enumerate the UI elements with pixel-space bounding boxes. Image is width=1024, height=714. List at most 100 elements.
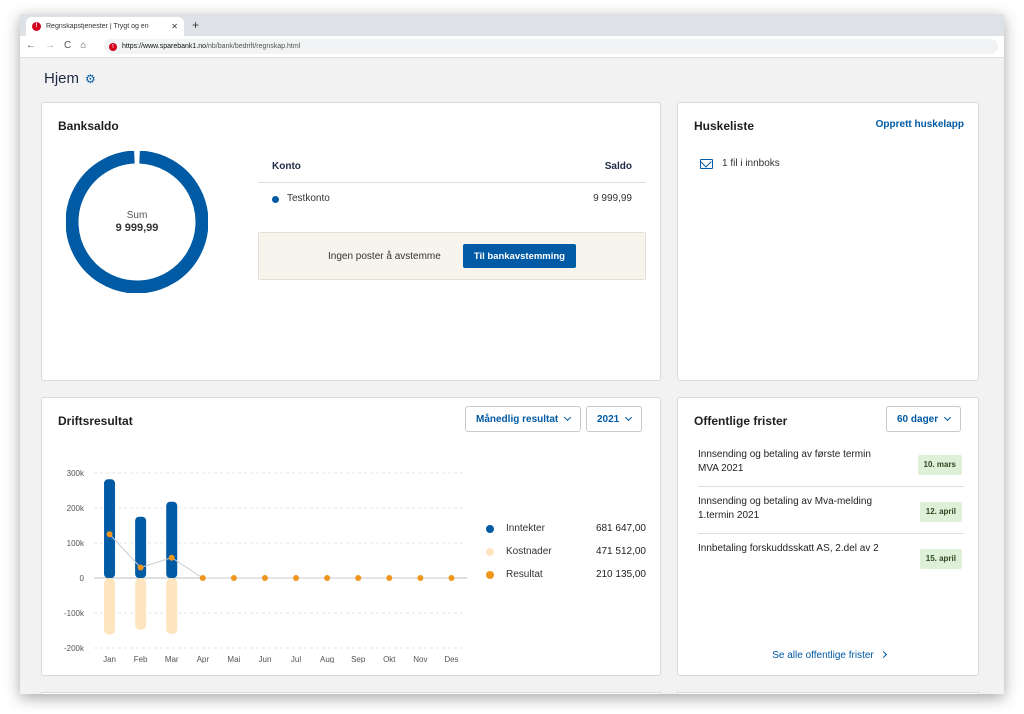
- resultat-point: [261, 575, 268, 581]
- see-all-text: Se alle offentlige frister: [772, 650, 874, 661]
- x-tick-label: Mai: [227, 655, 240, 663]
- deadline-text: Innsending og betaling av første termin …: [698, 449, 871, 474]
- huskeliste-title: Huskeliste: [694, 119, 755, 133]
- chevron-right-icon: [879, 650, 887, 659]
- legend-dot: [486, 571, 494, 579]
- frister-title: Offentlige frister: [694, 414, 788, 428]
- chevron-down-icon: [625, 413, 633, 422]
- legend-value: 471 512,00: [595, 546, 646, 557]
- back-icon[interactable]: ←: [26, 40, 36, 51]
- legend-item-inntekter: Inntekter 681 647,00: [486, 523, 646, 537]
- url-path: /nb/bank/bedrift/regnskap.html: [206, 43, 301, 50]
- account-table-header: Konto Saldo: [258, 161, 646, 183]
- inbox-text: 1 fil i innboks: [722, 158, 780, 169]
- table-row: Testkonto 9 999,99: [258, 193, 646, 209]
- y-tick-label: 200k: [67, 504, 85, 513]
- x-tick-label: Des: [444, 655, 458, 663]
- url-field[interactable]: ! https://www.sparebank1.no/nb/bank/bedr…: [104, 39, 998, 54]
- y-tick-label: 100k: [67, 539, 85, 548]
- resultat-point: [324, 575, 331, 581]
- legend-item-kostnader: Kostnader 471 512,00: [486, 546, 646, 560]
- tab-title: Regnskapstjenester | Trygt og en: [46, 23, 149, 30]
- page-title-text: Hjem: [44, 70, 80, 87]
- divider: [698, 486, 964, 487]
- next-card-left: [41, 692, 661, 694]
- period-select[interactable]: 60 dager: [886, 406, 962, 432]
- donut-center-label: Sum 9 999,99: [66, 151, 208, 293]
- y-tick-label: 300k: [67, 469, 85, 478]
- deadline-date-badge: 15. april: [919, 549, 962, 569]
- x-tick-label: Aug: [320, 655, 334, 663]
- y-tick-label: 0: [80, 574, 85, 583]
- resultat-line: [109, 533, 452, 579]
- x-tick-label: Apr: [197, 655, 210, 663]
- result-mode-value: Månedlig resultat: [476, 413, 559, 425]
- resultat-point: [386, 575, 393, 581]
- bar-kostnader: [166, 578, 178, 634]
- resultat-point: [293, 575, 300, 581]
- result-mode-select[interactable]: Månedlig resultat: [465, 406, 582, 432]
- huskeliste-card: Huskeliste Opprett huskelapp 1 fil i inn…: [677, 102, 979, 381]
- account-color-dot: [272, 196, 279, 203]
- deadline-date-badge: 12. april: [919, 502, 962, 522]
- bank-reconciliation-button[interactable]: Til bankavstemming: [462, 244, 576, 268]
- year-select[interactable]: 2021: [586, 406, 643, 432]
- chevron-down-icon: [944, 413, 952, 422]
- result-chart: 300k 200k 100k 0 -100k -200k Jan Feb Mar Apr Mai Ju…: [64, 469, 467, 663]
- x-tick-label: Sep: [351, 655, 366, 663]
- frister-card: Offentlige frister 60 dager Innsending o…: [677, 397, 979, 676]
- legend-value: 681 647,00: [595, 523, 646, 534]
- resultat-point: [355, 575, 362, 581]
- inbox-item[interactable]: 1 fil i innboks: [700, 158, 780, 169]
- deadline-text: Innsending og betaling av Mva-melding 1.…: [698, 496, 872, 521]
- banksaldo-title: Banksaldo: [58, 119, 119, 133]
- reconciliation-box: Ingen poster å avstemme Til bankavstemmi…: [258, 232, 646, 280]
- close-tab-icon[interactable]: ✕: [171, 22, 178, 31]
- site-info-icon[interactable]: !: [109, 42, 117, 51]
- bar-kostnader: [135, 578, 147, 630]
- resultat-point: [417, 575, 424, 581]
- new-tab-icon[interactable]: +: [192, 18, 199, 32]
- deadline-date-badge: 10. mars: [917, 455, 962, 475]
- list-item[interactable]: Innbetaling forskuddsskatt AS, 2.del av …: [698, 542, 964, 569]
- forward-icon[interactable]: →: [45, 40, 55, 51]
- x-tick-label: Okt: [383, 655, 396, 663]
- x-tick-label: Nov: [413, 655, 427, 663]
- browser-window: ! Regnskapstjenester | Trygt og en ✕ + ←…: [20, 14, 1004, 694]
- resultat-point: [199, 575, 206, 581]
- page-title: Hjem ⚙: [44, 70, 96, 87]
- driftsresultat-title: Driftsresultat: [58, 414, 133, 428]
- list-item[interactable]: Innsending og betaling av første termin …: [698, 448, 964, 476]
- divider: [698, 533, 964, 534]
- next-card-right: [677, 692, 979, 694]
- reload-icon[interactable]: C: [64, 40, 71, 51]
- resultat-point: [137, 564, 144, 571]
- account-balance: 9 999,99: [593, 193, 632, 204]
- x-tick-label: Jan: [103, 655, 116, 663]
- bar-inntekter: [104, 479, 116, 578]
- home-icon[interactable]: ⌂: [80, 40, 86, 51]
- x-tick-label: Mar: [165, 655, 179, 663]
- banksaldo-card: Banksaldo Sum 9 999,99 Konto Saldo Testk…: [41, 102, 661, 381]
- account-name: Testkonto: [287, 193, 330, 204]
- legend-label: Resultat: [506, 569, 543, 580]
- resultat-point: [230, 575, 237, 581]
- chevron-down-icon: [564, 413, 572, 422]
- year-value: 2021: [597, 413, 620, 425]
- tab-bar: ! Regnskapstjenester | Trygt og en ✕ +: [20, 14, 1004, 36]
- legend-label: Kostnader: [506, 546, 552, 557]
- create-note-link[interactable]: Opprett huskelapp: [876, 119, 964, 130]
- legend-value: 210 135,00: [595, 569, 646, 580]
- see-all-deadlines-link[interactable]: Se alle offentlige frister: [678, 650, 980, 661]
- list-item[interactable]: Innsending og betaling av Mva-melding 1.…: [698, 495, 964, 523]
- legend-item-resultat: Resultat 210 135,00: [486, 569, 646, 583]
- gear-icon[interactable]: ⚙: [85, 72, 96, 86]
- legend-dot: [486, 525, 494, 533]
- browser-tab[interactable]: ! Regnskapstjenester | Trygt og en ✕: [26, 17, 184, 36]
- sum-label: Sum: [126, 210, 148, 221]
- sum-value: 9 999,99: [115, 222, 159, 234]
- bar-inntekter: [166, 501, 178, 578]
- legend-label: Inntekter: [506, 523, 545, 534]
- x-tick-label: Jul: [291, 655, 301, 663]
- resultat-point: [448, 575, 455, 581]
